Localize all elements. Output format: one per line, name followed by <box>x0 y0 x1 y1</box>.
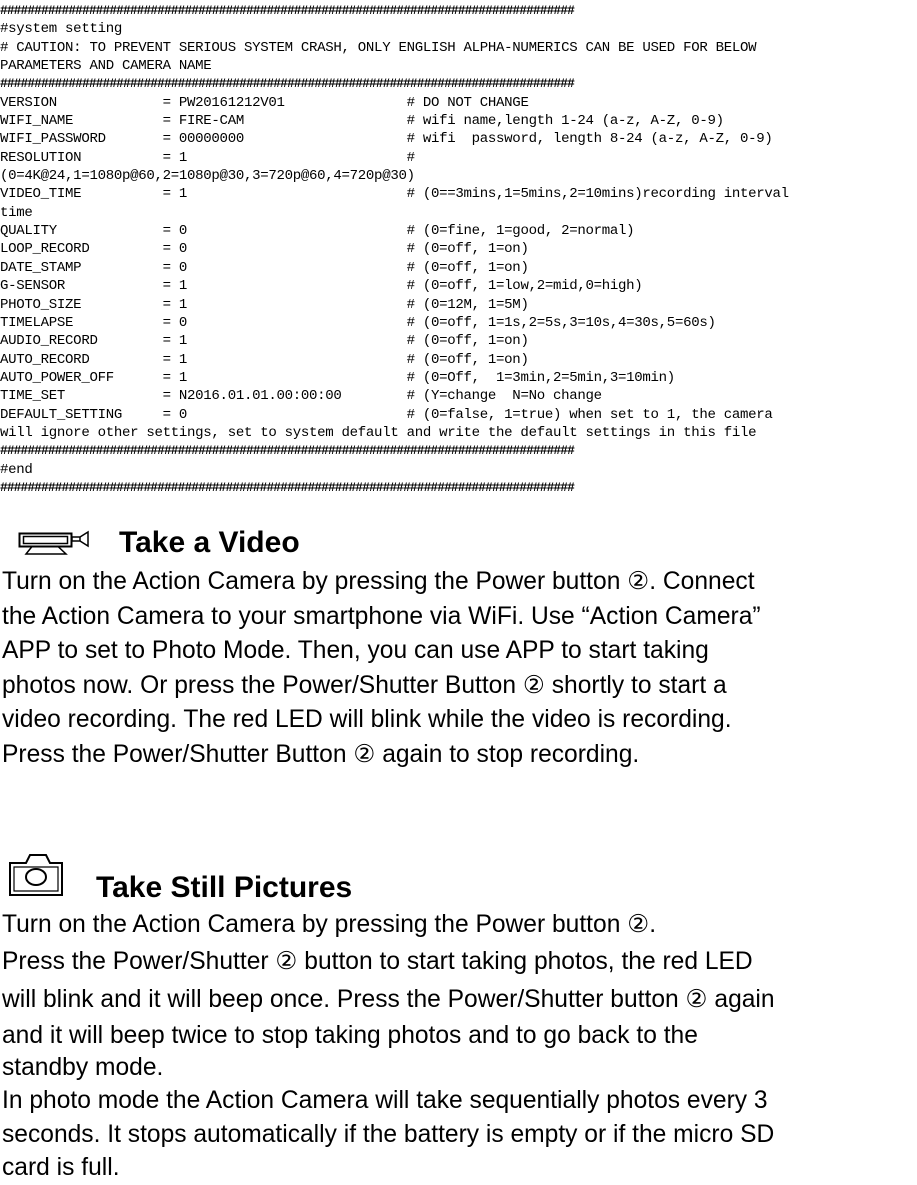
setting-value: = 1 <box>162 333 407 350</box>
setting-comment: # (0=off, 1=1s,2=5s,3=10s,4=30s,5=60s) <box>406 314 716 331</box>
setting-key: RESOLUTION <box>0 149 163 166</box>
setting-value: = 0 <box>162 314 407 331</box>
photo-body-line: standby mode. <box>2 1054 164 1081</box>
setting-comment: # (0=off, 1=low,2=mid,0=high) <box>406 278 643 295</box>
setting-key: DATE_STAMP <box>0 259 163 276</box>
setting-comment: # (0=off, 1=on) <box>406 351 529 368</box>
setting-key: TIME_SET <box>0 388 163 405</box>
setting-key: QUALITY <box>0 223 163 240</box>
setting-key: G-SENSOR <box>0 278 163 295</box>
config-text-line: time <box>0 204 33 221</box>
setting-key: DEFAULT_SETTING <box>0 406 163 423</box>
setting-comment: # (0=off, 1=on) <box>406 259 529 276</box>
setting-value: = 1 <box>162 369 407 386</box>
photo-body-line: will blink and it will beep once. Press … <box>2 986 775 1013</box>
video-body-line: Press the Power/Shutter Button ② again t… <box>2 740 640 768</box>
config-setting-version: VERSION = PW20161212V01 # DO NOT CHANGE <box>0 94 908 112</box>
config-setting-wifi-password: WIFI_PASSWORD = 00000000 # wifi password… <box>0 130 908 148</box>
config-text-line: will ignore other settings, set to syste… <box>0 424 757 441</box>
config-setting-default-setting: DEFAULT_SETTING = 0 # (0=false, 1=true) … <box>0 406 908 424</box>
config-setting-quality: QUALITY = 0 # (0=fine, 1=good, 2=normal) <box>0 222 908 240</box>
setting-value: = 1 <box>162 278 407 295</box>
setting-comment: # (0=false, 1=true) when set to 1, the c… <box>406 406 773 423</box>
setting-comment: # (0=Off, 1=3min,2=5min,3=10min) <box>406 369 676 386</box>
setting-comment: # (0=fine, 1=good, 2=normal) <box>406 223 635 240</box>
config-divider: ########################################… <box>0 76 575 92</box>
setting-comment: # wifi password, length 8-24 (a-z, A-Z, … <box>406 131 773 148</box>
config-text-line: (0=4K@24,1=1080p@60,2=1080p@30,3=720p@60… <box>0 168 415 185</box>
config-setting-audio-record: AUDIO_RECORD = 1 # (0=off, 1=on) <box>0 332 908 350</box>
config-setting-resolution: RESOLUTION = 1 # <box>0 149 908 167</box>
photo-body-line: seconds. It stops automatically if the b… <box>2 1121 775 1148</box>
setting-comment: # (0=off, 1=on) <box>406 333 529 350</box>
config-text-line: PARAMETERS AND CAMERA NAME <box>0 58 212 75</box>
setting-comment: # (0==3mins,1=5mins,2=10mins)recording i… <box>406 186 789 203</box>
setting-key: AUTO_POWER_OFF <box>0 369 163 386</box>
photo-section-title: Take Still Pictures <box>96 871 353 904</box>
setting-value: = PW20161212V01 <box>162 94 407 111</box>
config-text-line: #end <box>0 461 33 478</box>
setting-value: = FIRE-CAM <box>162 113 407 130</box>
setting-key: WIFI_NAME <box>0 113 163 130</box>
config-setting-auto-record: AUTO_RECORD = 1 # (0=off, 1=on) <box>0 351 908 369</box>
video-body-line: Turn on the Action Camera by pressing th… <box>2 568 755 595</box>
setting-key: AUDIO_RECORD <box>0 333 163 350</box>
photo-body-line: In photo mode the Action Camera will tak… <box>2 1087 768 1114</box>
setting-key: PHOTO_SIZE <box>0 296 163 313</box>
video-section-title: Take a Video <box>119 526 300 559</box>
config-text-line: # CAUTION: TO PREVENT SERIOUS SYSTEM CRA… <box>0 39 757 56</box>
setting-value: = 0 <box>162 406 407 423</box>
video-body-line: video recording. The red LED will blink … <box>2 706 732 734</box>
config-setting-wifi-name: WIFI_NAME = FIRE-CAM # wifi name,length … <box>0 112 908 130</box>
config-setting-video-time: VIDEO_TIME = 1 # (0==3mins,1=5mins,2=10m… <box>0 185 908 203</box>
config-text-line: #system setting <box>0 21 122 38</box>
setting-comment: # <box>406 149 415 166</box>
video-section-body: Turn on the Action Camera by pressing th… <box>2 565 761 773</box>
setting-value: = 0 <box>162 241 407 258</box>
setting-key: AUTO_RECORD <box>0 351 163 368</box>
config-divider: ########################################… <box>0 479 575 495</box>
config-setting-timelapse: TIMELAPSE = 0 # (0=off, 1=1s,2=5s,3=10s,… <box>0 314 908 332</box>
config-setting-loop-record: LOOP_RECORD = 0 # (0=off, 1=on) <box>0 240 908 258</box>
photo-body-line: Press the Power/Shutter ② button to star… <box>2 948 753 975</box>
setting-comment: # wifi name,length 1-24 (a-z, A-Z, 0-9) <box>406 113 724 130</box>
setting-value: = 1 <box>162 149 407 166</box>
config-divider: ########################################… <box>0 3 575 18</box>
setting-value: = 00000000 <box>162 131 407 148</box>
config-divider: ########################################… <box>0 443 575 459</box>
setting-value: = 1 <box>162 186 407 203</box>
setting-key: WIFI_PASSWORD <box>0 131 163 148</box>
config-setting-photo-size: PHOTO_SIZE = 1 # (0=12M, 1=5M) <box>0 296 908 314</box>
video-body-line: photos now. Or press the Power/Shutter B… <box>2 671 727 699</box>
setting-key: VIDEO_TIME <box>0 186 163 203</box>
setting-comment: # (0=12M, 1=5M) <box>406 296 529 313</box>
video-body-line: the Action Camera to your smartphone via… <box>2 602 761 630</box>
config-setting-time-set: TIME_SET = N2016.01.01.00:00:00 # (Y=cha… <box>0 387 908 405</box>
setting-value: = 0 <box>162 259 407 276</box>
setting-key: LOOP_RECORD <box>0 241 163 258</box>
setting-value: = 0 <box>162 223 407 240</box>
setting-value: = 1 <box>162 351 407 368</box>
setting-comment: # (0=off, 1=on) <box>406 241 529 258</box>
config-file-listing: ########################################… <box>0 2 908 497</box>
setting-value: = N2016.01.01.00:00:00 <box>162 388 407 405</box>
video-camera-icon <box>18 530 89 555</box>
setting-comment: # (Y=change N=No change <box>406 388 602 405</box>
setting-value: = 1 <box>162 296 407 313</box>
camera-icon <box>9 854 63 896</box>
config-setting-g-sensor: G-SENSOR = 1 # (0=off, 1=low,2=mid,0=hig… <box>0 277 908 295</box>
photo-section-body: Turn on the Action Camera by pressing th… <box>2 907 775 1185</box>
setting-key: VERSION <box>0 94 163 111</box>
video-body-line: APP to set to Photo Mode. Then, you can … <box>2 637 709 665</box>
photo-body-line: card is full. <box>2 1154 120 1181</box>
setting-key: TIMELAPSE <box>0 314 163 331</box>
photo-body-line: and it will beep twice to stop taking ph… <box>2 1022 698 1049</box>
config-setting-auto-power-off: AUTO_POWER_OFF = 1 # (0=Off, 1=3min,2=5m… <box>0 369 908 387</box>
photo-body-line: Turn on the Action Camera by pressing th… <box>2 911 657 938</box>
config-setting-date-stamp: DATE_STAMP = 0 # (0=off, 1=on) <box>0 259 908 277</box>
setting-comment: # DO NOT CHANGE <box>406 94 529 111</box>
